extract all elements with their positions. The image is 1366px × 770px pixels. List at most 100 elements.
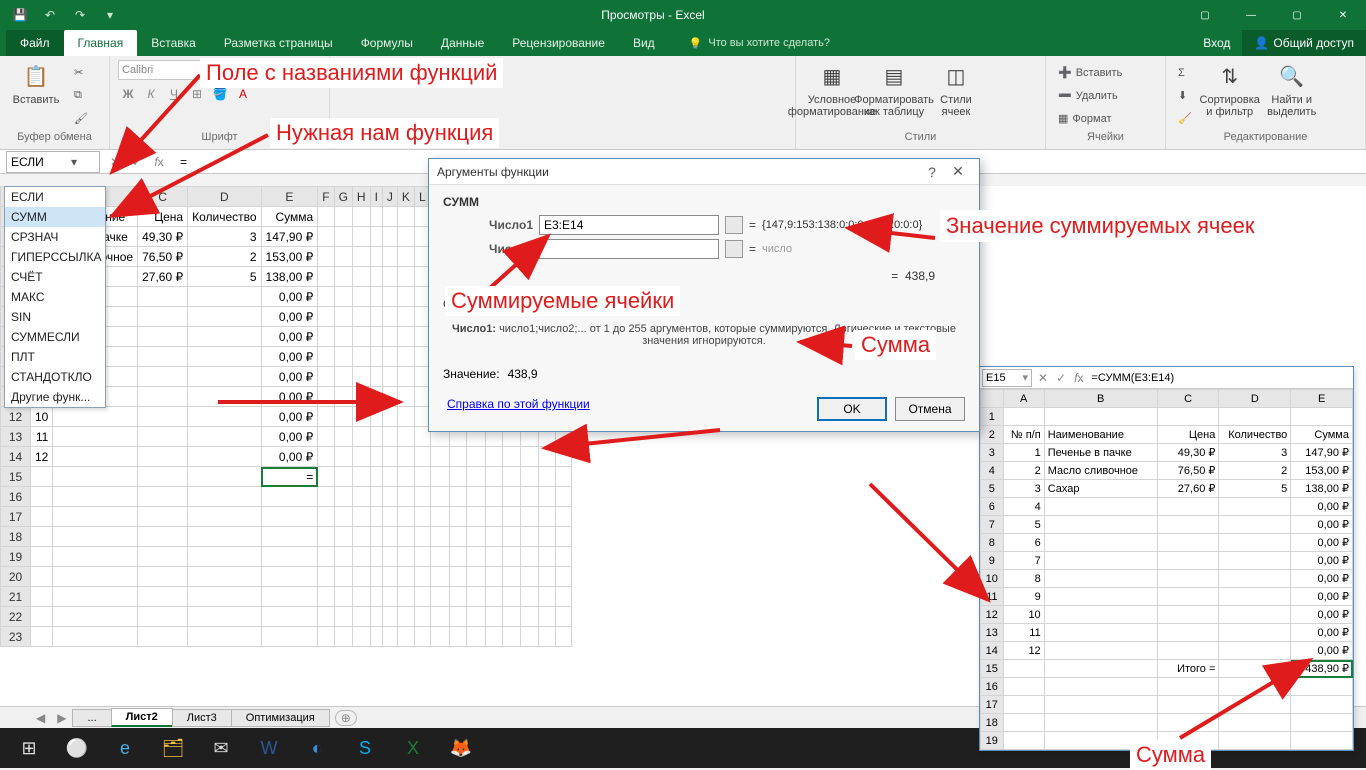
func-item-average[interactable]: СРЗНАЧ xyxy=(5,227,105,247)
name-box-value: ЕСЛИ xyxy=(11,155,53,169)
skype-icon[interactable]: S xyxy=(342,728,388,768)
minimize-button[interactable]: — xyxy=(1228,0,1274,30)
bold-button[interactable]: Ж xyxy=(118,84,138,104)
find-label: Найти и выделить xyxy=(1264,94,1320,118)
name-box-dropdown-icon[interactable]: ▾ xyxy=(53,155,95,169)
autosum-button[interactable]: Σ xyxy=(1174,62,1196,84)
conditional-format-button[interactable]: ▦ Условное форматирование xyxy=(804,60,860,131)
fill-icon: ⬇ xyxy=(1178,89,1187,102)
format-cells-button[interactable]: ▦Формат xyxy=(1054,108,1126,130)
sheet-tab-3[interactable]: Лист3 xyxy=(172,709,232,727)
inset-name-box[interactable]: E15▾ xyxy=(982,369,1032,387)
delete-icon: ➖ xyxy=(1058,89,1072,102)
func-item-count[interactable]: СЧЁТ xyxy=(5,267,105,287)
tab-formulas[interactable]: Формулы xyxy=(347,30,427,56)
copy-button[interactable]: ⧉ xyxy=(70,85,92,107)
italic-button[interactable]: К xyxy=(141,84,161,104)
tab-insert[interactable]: Вставка xyxy=(137,30,210,56)
share-button[interactable]: 👤 Общий доступ xyxy=(1242,30,1366,56)
excel-icon[interactable]: X xyxy=(390,728,436,768)
sheet-prev-icon[interactable]: ◀ xyxy=(30,711,51,725)
func-item-max[interactable]: МАКС xyxy=(5,287,105,307)
start-button[interactable]: ⊞ xyxy=(6,728,52,768)
firefox-icon[interactable]: 🦊 xyxy=(438,728,484,768)
qat-dropdown-icon[interactable]: ▾ xyxy=(96,1,124,29)
func-item-more[interactable]: Другие функ... xyxy=(5,387,105,407)
func-item-stdev[interactable]: СТАНДОТКЛО xyxy=(5,367,105,387)
clear-button[interactable]: 🧹 xyxy=(1174,108,1196,130)
tell-me[interactable]: 💡 Что вы хотите сделать? xyxy=(669,30,830,56)
inset-cancel-icon[interactable]: ✕ xyxy=(1034,371,1052,385)
inset-fx-icon[interactable]: fx xyxy=(1070,371,1087,385)
dialog-close-icon[interactable]: ✕ xyxy=(945,163,971,180)
undo-icon[interactable]: ↶ xyxy=(36,1,64,29)
sheet-tab-optim[interactable]: Оптимизация xyxy=(231,709,330,727)
arg2-range-picker-icon[interactable] xyxy=(725,240,743,258)
brush-icon: 🖌 xyxy=(74,112,88,125)
save-icon[interactable]: 💾 xyxy=(6,1,34,29)
func-item-hyperlink[interactable]: ГИПЕРССЫЛКА xyxy=(5,247,105,267)
arg1-range-picker-icon[interactable] xyxy=(725,216,743,234)
annot-2: Нужная нам функция xyxy=(270,118,499,148)
redo-icon[interactable]: ↷ xyxy=(66,1,94,29)
sheet-tab-2[interactable]: Лист2 xyxy=(111,708,173,727)
fx-icon[interactable]: fx xyxy=(150,155,168,169)
restore-button[interactable]: ▢ xyxy=(1274,0,1320,30)
login-button[interactable]: Вход xyxy=(1191,30,1242,56)
cell-styles-icon: ◫ xyxy=(940,60,972,92)
value-result: 438,9 xyxy=(508,367,538,381)
dialog-help-icon[interactable]: ? xyxy=(919,164,945,180)
delete-cells-button[interactable]: ➖Удалить xyxy=(1054,85,1126,107)
edge-blue-icon[interactable]: ◐ xyxy=(294,728,340,768)
titlebar: 💾 ↶ ↷ ▾ Просмотры - Excel ▢ — ▢ ✕ xyxy=(0,0,1366,30)
cancel-button[interactable]: Отмена xyxy=(895,397,965,421)
sheet-next-icon[interactable]: ▶ xyxy=(51,711,72,725)
close-button[interactable]: ✕ xyxy=(1320,0,1366,30)
cell-styles-button[interactable]: ◫ Стили ячеек xyxy=(928,60,984,131)
tab-file[interactable]: Файл xyxy=(6,30,64,56)
edge-icon[interactable]: e xyxy=(102,728,148,768)
paste-button[interactable]: 📋 Вставить xyxy=(8,60,64,131)
func-item-pmt[interactable]: ПЛТ xyxy=(5,347,105,367)
tab-review[interactable]: Рецензирование xyxy=(498,30,619,56)
explorer-icon[interactable]: 🗂 xyxy=(150,728,196,768)
paste-label: Вставить xyxy=(13,94,60,106)
word-icon[interactable]: W xyxy=(246,728,292,768)
argdesc-label: Число1: xyxy=(452,323,496,335)
tab-view[interactable]: Вид xyxy=(619,30,669,56)
find-select-button[interactable]: 🔍 Найти и выделить xyxy=(1264,60,1320,131)
accept-formula-icon[interactable]: ✓ xyxy=(128,155,146,169)
arg1-input[interactable] xyxy=(539,215,719,235)
search-icon[interactable]: ⚪ xyxy=(54,728,100,768)
insert-cells-button[interactable]: ➕Вставить xyxy=(1054,62,1126,84)
func-item-sin[interactable]: SIN xyxy=(5,307,105,327)
arg1-label: Число1 xyxy=(443,218,533,232)
format-as-table-button[interactable]: ▤ Форматировать как таблицу xyxy=(866,60,922,131)
format-painter-button[interactable]: 🖌 xyxy=(70,108,92,130)
tab-home[interactable]: Главная xyxy=(64,30,138,56)
ribbon-options-icon[interactable]: ▢ xyxy=(1182,0,1228,30)
inset-accept-icon[interactable]: ✓ xyxy=(1052,371,1070,385)
value-label: Значение: xyxy=(443,367,500,381)
tab-data[interactable]: Данные xyxy=(427,30,498,56)
func-item-sum[interactable]: СУММ xyxy=(5,207,105,227)
name-box[interactable]: ЕСЛИ ▾ xyxy=(6,151,100,173)
func-item-if[interactable]: ЕСЛИ xyxy=(5,187,105,207)
sort-icon: ⇅ xyxy=(1214,60,1246,92)
table-icon: ▤ xyxy=(878,60,910,92)
ok-button[interactable]: OK xyxy=(817,397,887,421)
sort-filter-button[interactable]: ⇅ Сортировка и фильтр xyxy=(1202,60,1258,131)
copy-icon: ⧉ xyxy=(74,89,82,102)
inset-formula-input[interactable] xyxy=(1087,372,1353,384)
cut-button[interactable]: ✂ xyxy=(70,62,92,84)
sheet-tab-more[interactable]: ... xyxy=(72,709,111,727)
dialog-help-link[interactable]: Справка по этой функции xyxy=(447,397,590,411)
fill-button[interactable]: ⬇ xyxy=(1174,85,1196,107)
tab-page-layout[interactable]: Разметка страницы xyxy=(210,30,347,56)
func-item-sumif[interactable]: СУММЕСЛИ xyxy=(5,327,105,347)
underline-button[interactable]: Ч xyxy=(164,84,184,104)
arg2-input[interactable] xyxy=(539,239,719,259)
cancel-formula-icon[interactable]: ✕ xyxy=(106,155,124,169)
add-sheet-button[interactable]: ⊕ xyxy=(335,710,357,726)
mail-icon[interactable]: ✉ xyxy=(198,728,244,768)
